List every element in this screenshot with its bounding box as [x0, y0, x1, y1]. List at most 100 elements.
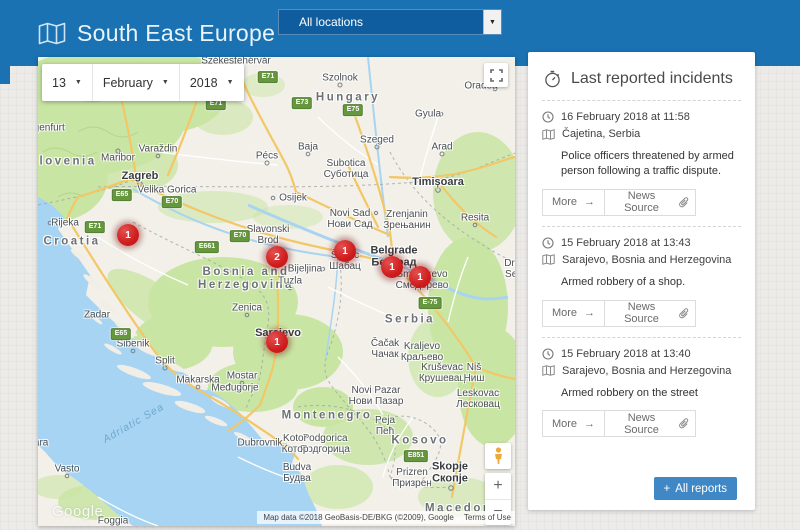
incidents-panel-title-row: Last reported incidents — [544, 70, 741, 88]
location-filter-value: All locations — [279, 15, 483, 29]
incident-cluster-marker[interactable]: 1 — [266, 331, 288, 353]
incident-cluster-marker[interactable]: 1 — [334, 240, 356, 262]
incident-description: Police officers threatened by armed pers… — [561, 149, 747, 179]
fullscreen-icon — [490, 69, 503, 82]
google-logo: Google — [52, 503, 103, 520]
map-label: Hungary — [316, 92, 380, 105]
map-label: Pescara — [38, 437, 48, 448]
road-badge: E-75 — [419, 297, 442, 309]
map-label: NišНиш — [464, 362, 485, 384]
month-select[interactable]: February ▼ — [93, 64, 180, 101]
road-badge: E851 — [404, 450, 428, 462]
incident-cluster-marker[interactable]: 1 — [381, 256, 403, 278]
road-badge: E71 — [85, 221, 105, 233]
map-label: Serbia — [385, 314, 435, 327]
map-label: ZrenjaninЗрењанин — [383, 209, 430, 231]
incident-location-row: Sarajevo, Bosnia and Herzegovina — [542, 365, 741, 377]
incident-cluster-marker[interactable]: 1 — [117, 224, 139, 246]
map-label: SuboticaСуботица — [324, 158, 369, 180]
incident-cluster-marker[interactable]: 1 — [409, 266, 431, 288]
arrow-right-icon: → — [584, 418, 595, 430]
day-select[interactable]: 13 ▼ — [42, 64, 93, 101]
map-label: KraljevoКраљево — [401, 341, 443, 363]
more-label: More — [552, 196, 577, 208]
map-logo-icon — [38, 22, 66, 45]
news-source-button[interactable]: News Source — [604, 189, 696, 216]
incident-timestamp: 15 February 2018 at 13:43 — [561, 237, 691, 249]
map-attribution-text: Map data ©2018 GeoBasis-DE/BKG (©2009), … — [263, 513, 454, 522]
terms-of-use-link[interactable]: Terms of Use — [464, 513, 511, 522]
year-value: 2018 — [190, 76, 218, 90]
map-label: Varaždin — [139, 143, 178, 154]
map-location-icon — [542, 254, 555, 265]
year-select[interactable]: 2018 ▼ — [180, 64, 244, 101]
incident-cluster-marker[interactable]: 2 — [266, 246, 288, 268]
incident-item: 15 February 2018 at 13:43 Sarajevo, Bosn… — [542, 237, 741, 327]
chevron-down-icon: ▼ — [227, 79, 234, 86]
news-source-label: News Source — [611, 190, 672, 214]
map-canvas[interactable]: SloveniaCroatiaHungaryBosnia andHerzegov… — [38, 57, 515, 526]
paperclip-icon — [679, 197, 689, 208]
map-label: Zadar — [84, 309, 110, 320]
incident-item: 15 February 2018 at 13:40 Sarajevo, Bosn… — [542, 348, 741, 438]
map-label: Vasto — [55, 463, 80, 474]
fullscreen-button[interactable] — [484, 63, 508, 87]
map-label: Kosovo — [391, 435, 448, 448]
incident-description: Armed robbery of a shop. — [561, 275, 747, 290]
incident-actions: More → News Source — [542, 189, 741, 216]
incident-description: Armed robbery on the street — [561, 386, 747, 401]
stopwatch-icon — [544, 70, 561, 88]
map-label: Bijeljina — [288, 263, 322, 274]
divider — [542, 226, 741, 227]
incidents-panel: Last reported incidents 16 February 2018… — [528, 52, 755, 510]
map-label: Klagenfurt — [38, 122, 65, 133]
map-label: Zagreb — [122, 170, 159, 182]
all-reports-button[interactable]: + All reports — [654, 477, 738, 500]
road-badge: E73 — [292, 97, 312, 109]
map-label: SlavonskiBrod — [247, 224, 290, 246]
map-label: Szeged — [360, 134, 394, 145]
map-label: BudvaБудва — [283, 462, 311, 484]
map-label: Osijek — [279, 192, 307, 203]
incident-date-row: 15 February 2018 at 13:43 — [542, 237, 741, 249]
road-badge: E661 — [195, 241, 219, 253]
map-label: Slovenia — [38, 156, 97, 169]
more-button[interactable]: More → — [542, 300, 605, 327]
map-label: PejaПећ — [375, 415, 395, 437]
news-source-label: News Source — [611, 301, 672, 325]
road-badge: E70 — [230, 230, 250, 242]
pegman-control[interactable] — [485, 443, 511, 469]
brand: South East Europe — [38, 20, 275, 47]
map-attribution-bar: Map data ©2018 GeoBasis-DE/BKG (©2009), … — [257, 511, 515, 524]
more-label: More — [552, 307, 577, 319]
map-label: Resita — [461, 212, 489, 223]
divider — [542, 100, 741, 101]
divider — [542, 337, 741, 338]
incident-item: 16 February 2018 at 11:58 Čajetina, Serb… — [542, 111, 741, 216]
more-button[interactable]: More → — [542, 410, 605, 437]
map-label: Szolnok — [322, 72, 358, 83]
news-source-button[interactable]: News Source — [604, 300, 696, 327]
map-label: Maribor — [101, 152, 135, 163]
paperclip-icon — [679, 418, 689, 429]
map-label: Međugorje — [211, 382, 258, 393]
map-label: Timișoara — [412, 176, 464, 188]
pegman-icon — [493, 447, 504, 465]
incident-location-row: Čajetina, Serbia — [542, 128, 741, 140]
map-label: Gyula — [415, 108, 441, 119]
clock-icon — [542, 237, 554, 249]
plus-icon: + — [664, 483, 671, 495]
map-label: ČačakЧачак — [371, 338, 399, 360]
map-label: Pécs — [256, 150, 278, 161]
paperclip-icon — [679, 308, 689, 319]
incident-actions: More → News Source — [542, 410, 741, 437]
zoom-in-button[interactable]: + — [485, 473, 511, 500]
location-filter-select[interactable]: All locations ▼ — [278, 9, 502, 35]
map-location-icon — [542, 129, 555, 140]
more-button[interactable]: More → — [542, 189, 605, 216]
map-label: Novi SadНови Сад — [327, 208, 372, 230]
map-label: Šibenik — [117, 338, 150, 349]
chevron-down-icon: ▼ — [162, 79, 169, 86]
news-source-button[interactable]: News Source — [604, 410, 696, 437]
map-location-icon — [542, 365, 555, 376]
